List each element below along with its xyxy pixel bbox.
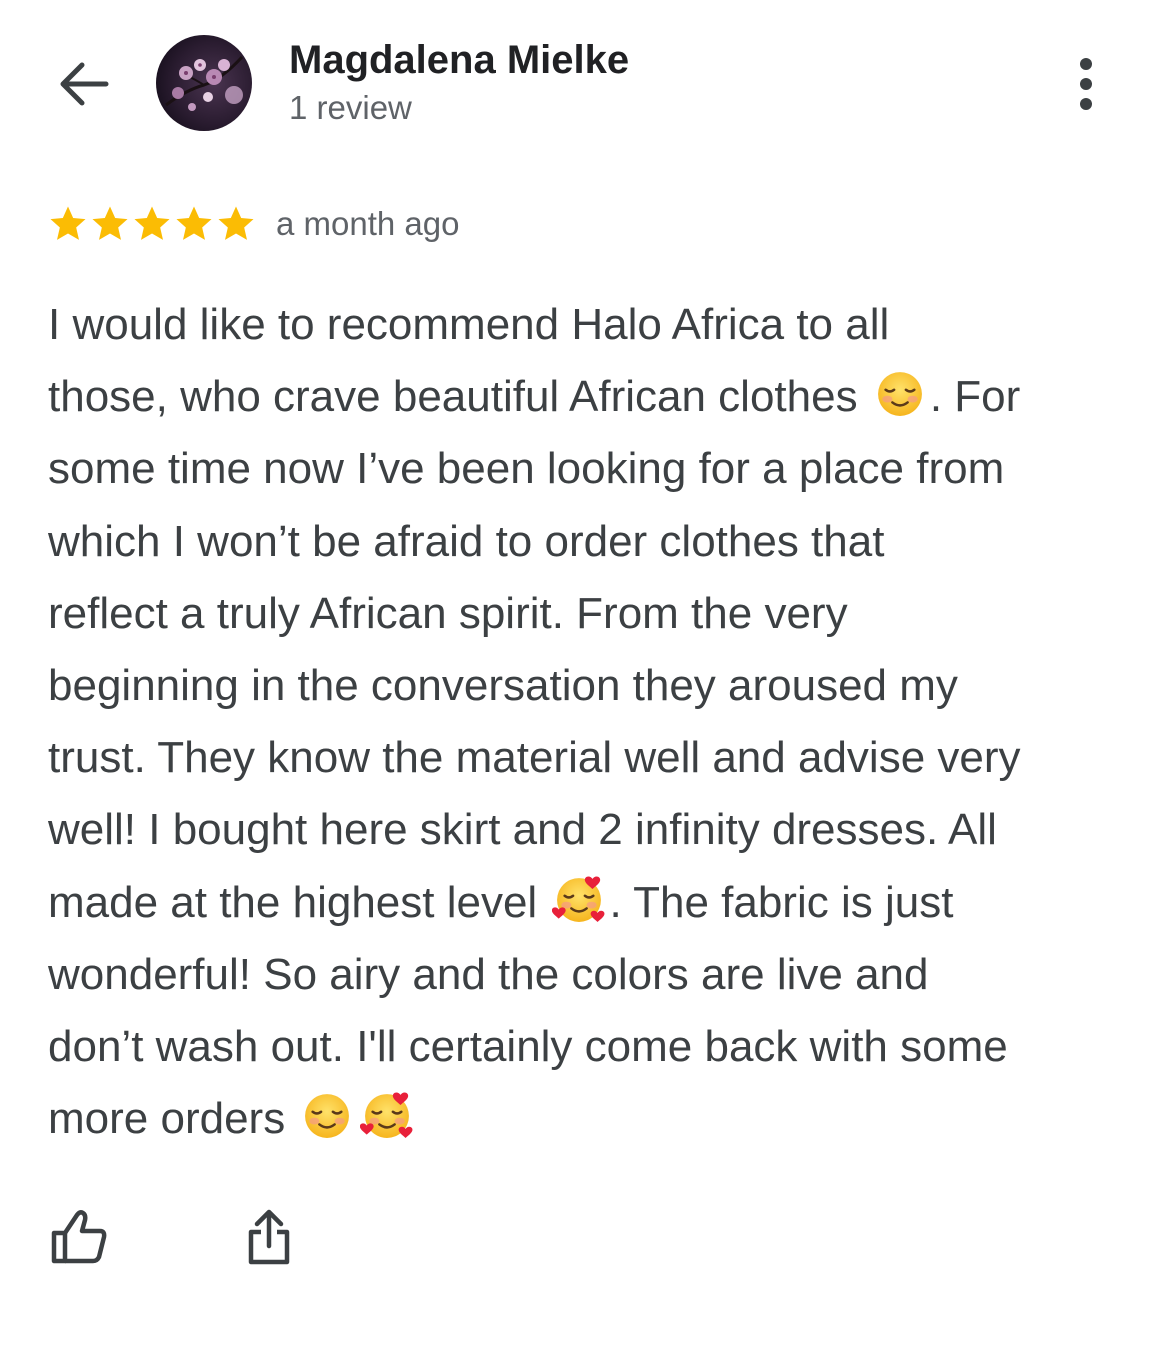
star-icon (134, 206, 170, 240)
review-text: I would like to recommend Halo Africa to… (48, 289, 1138, 1155)
review-line-text: some time now I’ve been looking for a pl… (48, 444, 1005, 494)
review-line: made at the highest level . The fabric i… (48, 867, 1138, 939)
smiling-face-with-hearts-icon (360, 1089, 414, 1143)
review-line: I would like to recommend Halo Africa to… (48, 289, 1138, 361)
review-line: which I won’t be afraid to order clothes… (48, 506, 1138, 578)
reviewer-avatar[interactable] (156, 35, 252, 131)
more-vert-icon (1080, 58, 1092, 110)
review-line-text: wonderful! So airy and the colors are li… (48, 949, 929, 999)
review-line: reflect a truly African spirit. From the… (48, 578, 1138, 650)
review-line-text: which I won’t be afraid to order clothes… (48, 516, 885, 566)
review-line: trust. They know the material well and a… (48, 722, 1138, 794)
review-line-text: well! I bought here skirt and 2 infinity… (48, 805, 997, 855)
share-icon (248, 1209, 290, 1265)
review-line: those, who crave beautiful African cloth… (48, 361, 1138, 433)
like-button[interactable] (42, 1200, 116, 1274)
review-line: some time now I’ve been looking for a pl… (48, 433, 1138, 505)
star-icon (50, 206, 86, 240)
review-line: don’t wash out. I'll certainly come back… (48, 1011, 1138, 1083)
back-button[interactable] (52, 56, 114, 112)
review-line-text: I would like to recommend Halo Africa to… (48, 300, 890, 349)
arrow-left-icon (60, 62, 109, 106)
reviewer-review-count[interactable]: 1 review (289, 89, 412, 127)
review-line-text-after: . For (929, 372, 1021, 422)
review-line: well! I bought here skirt and 2 infinity… (48, 794, 1138, 866)
review-line-text: reflect a truly African spirit. From the… (48, 588, 848, 638)
review-line-text: don’t wash out. I'll certainly come back… (48, 1021, 1008, 1071)
review-line-text: beginning in the conversation they arous… (48, 660, 958, 710)
review-line-text: made at the highest level (48, 877, 550, 927)
avatar-image (156, 35, 252, 131)
more-options-button[interactable] (1060, 52, 1112, 116)
smiling-face-icon (300, 1089, 354, 1143)
star-icon (176, 206, 212, 240)
review-time: a month ago (276, 205, 460, 242)
review-line: wonderful! So airy and the colors are li… (48, 939, 1138, 1011)
review-line-text-after: . The fabric is just (609, 877, 954, 927)
star-icon (92, 206, 128, 240)
smiling-face-with-hearts-icon (552, 873, 606, 927)
review-line-text: trust. They know the material well and a… (48, 733, 1021, 783)
star-rating (48, 204, 256, 244)
review-line: beginning in the conversation they arous… (48, 650, 1138, 722)
review-line-text: those, who crave beautiful African cloth… (48, 372, 870, 422)
review-detail-page: Magdalena Mielke 1 review a month ago I … (0, 0, 1170, 1371)
smiling-face-icon (873, 367, 927, 421)
review-line: more orders (48, 1083, 1138, 1155)
reviewer-name[interactable]: Magdalena Mielke (289, 38, 629, 83)
thumb-up-icon (51, 1210, 107, 1264)
star-icon (218, 206, 254, 240)
share-button[interactable] (232, 1200, 306, 1274)
review-line-text: more orders (48, 1094, 298, 1144)
